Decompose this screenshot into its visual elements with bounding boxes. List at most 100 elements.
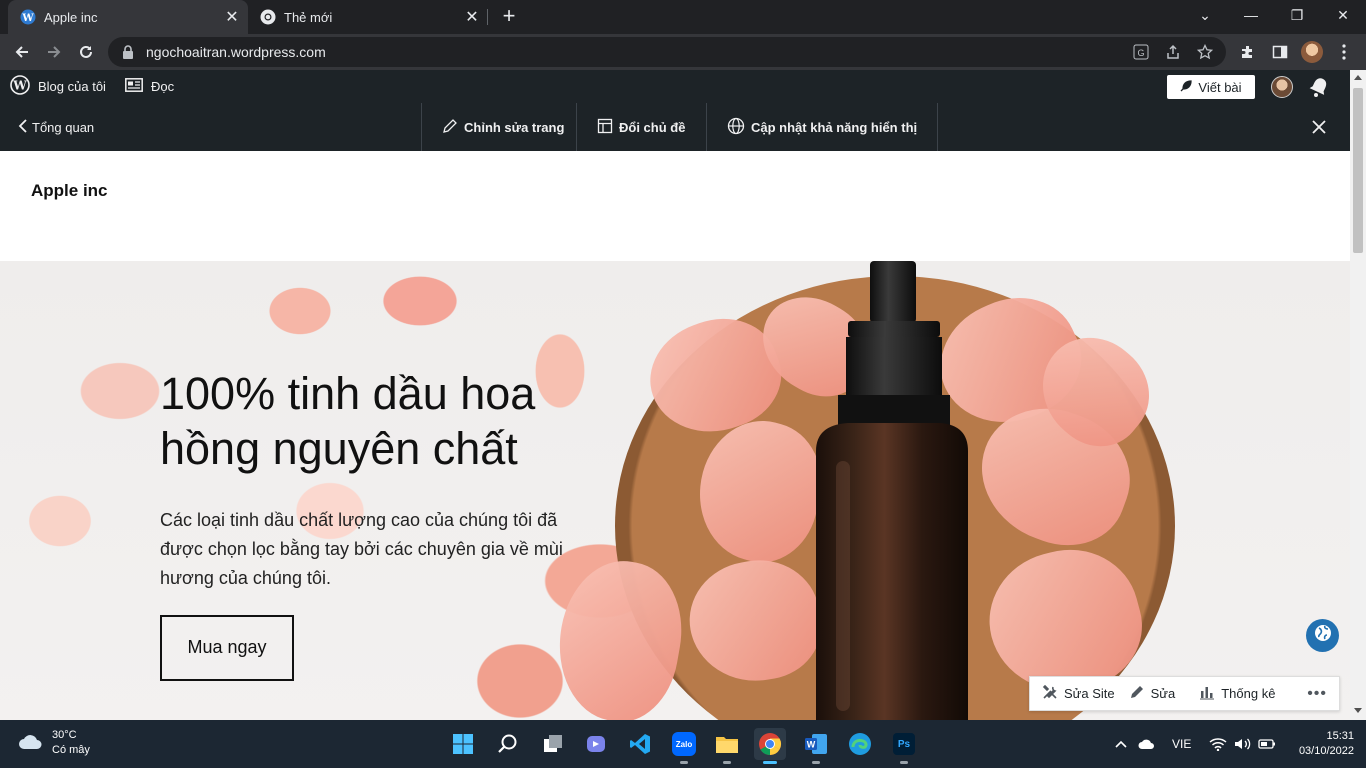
stats-label: Thống kê bbox=[1221, 686, 1276, 701]
profile-avatar-icon[interactable] bbox=[1298, 38, 1326, 66]
buy-now-button[interactable]: Mua ngay bbox=[160, 615, 294, 681]
search-icon[interactable] bbox=[492, 728, 524, 760]
lock-icon bbox=[122, 45, 136, 59]
browser-toolbar: ngochoaitran.wordpress.com G bbox=[0, 34, 1366, 70]
tab-separator bbox=[487, 9, 488, 25]
photoshop-icon[interactable]: Ps bbox=[888, 728, 920, 764]
site-title[interactable]: Apple inc bbox=[31, 181, 108, 201]
page-scrollbar[interactable] bbox=[1350, 70, 1366, 720]
back-label: Tổng quan bbox=[32, 119, 95, 135]
chrome-taskbar-icon[interactable] bbox=[754, 728, 786, 764]
onedrive-cloud-icon[interactable] bbox=[1138, 720, 1156, 768]
write-post-button[interactable]: Viết bài bbox=[1167, 75, 1255, 99]
layout-icon bbox=[597, 118, 613, 137]
wordpress-logo-icon: W bbox=[10, 75, 30, 98]
edit-page-button[interactable]: Chỉnh sửa trang bbox=[421, 103, 584, 151]
wp-admin-bar: W Blog của tôi Đọc Viết bài bbox=[0, 70, 1350, 103]
omnibox-actions: G bbox=[1132, 37, 1214, 67]
scrollbar-thumb[interactable] bbox=[1353, 88, 1363, 253]
site-action-bar: Sửa Site Sửa Thống kê ••• bbox=[1029, 676, 1340, 711]
windows-taskbar: 30°C Có mây Zalo W Ps VIE 15:31 03/10/20… bbox=[0, 720, 1366, 768]
address-bar[interactable]: ngochoaitran.wordpress.com G bbox=[108, 37, 1226, 67]
chevron-left-icon bbox=[18, 118, 28, 136]
back-arrow-icon[interactable] bbox=[8, 38, 36, 66]
show-hidden-icons-chevron-icon[interactable] bbox=[1114, 720, 1128, 768]
tab-new-tab[interactable]: Thẻ mới ✕ bbox=[248, 0, 488, 34]
browser-tab-strip: W Apple inc ✕ Thẻ mới ✕ + ⌄ — ❐ ✕ bbox=[0, 0, 1366, 34]
weather-widget[interactable]: 30°C Có mây bbox=[18, 728, 90, 758]
tab-close-icon[interactable]: ✕ bbox=[462, 7, 482, 27]
my-blog-link[interactable]: W Blog của tôi bbox=[10, 70, 106, 103]
edge-icon[interactable] bbox=[844, 728, 876, 760]
svg-text:W: W bbox=[807, 740, 816, 750]
file-explorer-icon[interactable] bbox=[711, 728, 743, 764]
window-close-icon[interactable]: ✕ bbox=[1320, 0, 1366, 30]
input-language[interactable]: VIE bbox=[1172, 720, 1191, 768]
update-visibility-button[interactable]: Cập nhật khả năng hiển thị bbox=[706, 103, 939, 151]
scroll-down-arrow-icon[interactable] bbox=[1354, 708, 1362, 713]
hero-description: Các loại tinh dầu chất lượng cao của chú… bbox=[160, 510, 563, 588]
svg-text:W: W bbox=[21, 13, 34, 24]
edit-button[interactable]: Sửa bbox=[1129, 684, 1176, 703]
site-editor-bar: Tổng quan Chỉnh sửa trang Đổi chủ đề Cập… bbox=[0, 103, 1350, 151]
minimize-icon[interactable]: — bbox=[1228, 0, 1274, 30]
tab-close-icon[interactable]: ✕ bbox=[222, 7, 242, 27]
page-viewport: Apple inc 100% tinh dầu hoa hồng nguyên … bbox=[0, 151, 1350, 720]
task-view-icon[interactable] bbox=[537, 728, 569, 760]
globe-icon bbox=[1313, 623, 1333, 648]
change-theme-label: Đổi chủ đề bbox=[619, 119, 686, 135]
side-panel-icon[interactable] bbox=[1266, 38, 1294, 66]
share-icon[interactable] bbox=[1164, 43, 1182, 61]
reader-label: Đọc bbox=[151, 79, 175, 94]
user-avatar[interactable] bbox=[1271, 76, 1293, 98]
svg-text:G: G bbox=[1137, 48, 1144, 58]
scroll-up-arrow-icon[interactable] bbox=[1354, 75, 1362, 80]
pencil-icon bbox=[442, 118, 458, 137]
word-icon[interactable]: W bbox=[800, 728, 832, 764]
vscode-icon[interactable] bbox=[624, 728, 656, 760]
tab-apple-inc[interactable]: W Apple inc ✕ bbox=[8, 0, 248, 34]
bookmark-star-icon[interactable] bbox=[1196, 43, 1214, 61]
translate-icon[interactable]: G bbox=[1132, 43, 1150, 61]
edit-label: Sửa bbox=[1150, 686, 1176, 701]
reload-icon[interactable] bbox=[72, 38, 100, 66]
system-clock[interactable]: 15:31 03/10/2022 bbox=[1284, 729, 1354, 759]
svg-text:W: W bbox=[12, 79, 27, 93]
weather-description: Có mây bbox=[52, 744, 90, 756]
zalo-icon[interactable]: Zalo bbox=[668, 728, 700, 764]
essential-oil-bottle-image bbox=[816, 261, 968, 720]
tab-title: Apple inc bbox=[44, 9, 98, 25]
extensions-icon[interactable] bbox=[1234, 38, 1262, 66]
wordpress-favicon-icon: W bbox=[20, 9, 36, 25]
tab-title: Thẻ mới bbox=[284, 9, 333, 25]
stats-button[interactable]: Thống kê bbox=[1199, 684, 1275, 703]
edit-site-button[interactable]: Sửa Site bbox=[1042, 684, 1115, 703]
back-to-dashboard-link[interactable]: Tổng quan bbox=[18, 103, 94, 151]
reader-link[interactable]: Đọc bbox=[125, 70, 174, 103]
volume-icon[interactable] bbox=[1234, 720, 1252, 768]
hero-section: 100% tinh dầu hoa hồng nguyên chất Các l… bbox=[0, 261, 1350, 720]
new-tab-button[interactable]: + bbox=[498, 5, 520, 28]
change-theme-button[interactable]: Đổi chủ đề bbox=[576, 103, 705, 151]
reader-icon bbox=[125, 78, 143, 95]
tab-search-icon[interactable]: ⌄ bbox=[1182, 0, 1228, 30]
teams-chat-icon[interactable] bbox=[580, 728, 612, 760]
url-text: ngochoaitran.wordpress.com bbox=[146, 44, 326, 60]
clock-date: 03/10/2022 bbox=[1298, 745, 1354, 757]
forward-arrow-icon[interactable] bbox=[40, 38, 68, 66]
restore-icon[interactable]: ❐ bbox=[1274, 0, 1320, 30]
close-editor-icon[interactable] bbox=[1307, 115, 1331, 139]
battery-icon[interactable] bbox=[1258, 720, 1276, 768]
weather-temperature: 30°C bbox=[52, 729, 77, 741]
clock-time: 15:31 bbox=[1326, 730, 1354, 742]
start-windows-icon[interactable] bbox=[447, 728, 479, 760]
bar-chart-icon bbox=[1199, 684, 1215, 703]
update-visibility-label: Cập nhật khả năng hiển thị bbox=[751, 119, 918, 135]
language-globe-button[interactable] bbox=[1306, 619, 1339, 652]
notifications-bell-icon[interactable] bbox=[1308, 76, 1332, 98]
menu-kebab-icon[interactable] bbox=[1330, 38, 1358, 66]
more-options-icon[interactable]: ••• bbox=[1307, 685, 1327, 703]
wifi-icon[interactable] bbox=[1209, 720, 1227, 768]
hero-heading: 100% tinh dầu hoa hồng nguyên chất bbox=[160, 368, 536, 474]
quill-icon bbox=[1180, 79, 1193, 95]
